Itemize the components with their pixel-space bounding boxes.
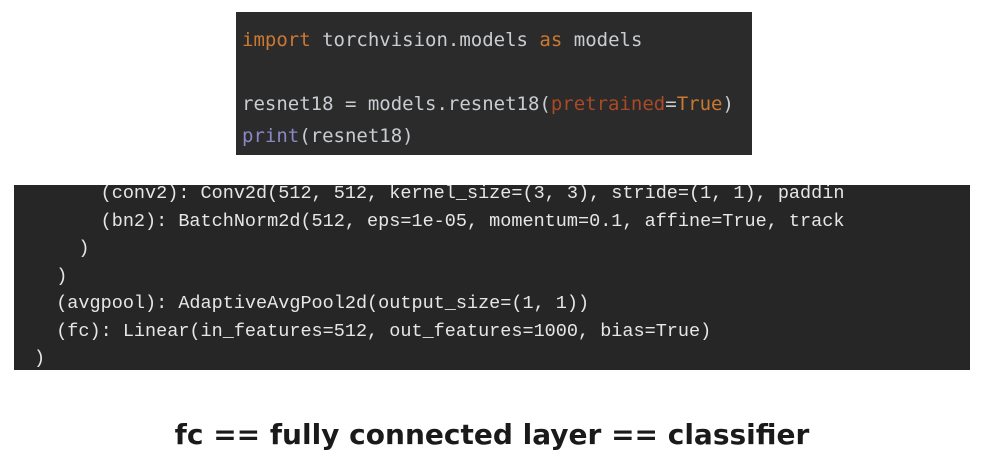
print-args: (resnet18) [299,125,414,147]
output-line-close-layer: ) [34,265,68,287]
value-true: True [676,93,723,115]
output-line-avgpool: (avgpool): AdaptiveAvgPool2d(output_size… [34,293,590,314]
equals-sign: = [665,93,677,115]
output-line-bn2: (bn2): BatchNorm2d(512, eps=1e-05, momen… [34,210,845,232]
terminal-output-panel: (conv2): Conv2d(512, 512, kernel_size=(3… [14,185,970,370]
output-line-close-block: ) [34,238,90,259]
output-line-conv2: (conv2): Conv2d(512, 512, kernel_size=(3… [34,185,845,204]
close-paren: ) [722,93,734,115]
code-line-assign: resnet18 = models.resnet18(pretrained=Tr… [242,88,752,120]
keyword-import: import [242,29,311,51]
code-line-import: import torchvision.models as models [242,24,752,56]
code-line-print: print(resnet18) [242,120,752,152]
module-alias: models [562,29,643,51]
code-editor-panel: import torchvision.models as models resn… [236,12,752,155]
module-name: torchvision.models [310,29,540,51]
output-line-fc: (fc): Linear(in_features=512, out_featur… [34,320,712,342]
keyword-as: as [539,29,563,51]
builtin-print: print [242,125,300,147]
assign-expression: resnet18 = models.resnet18( [242,93,551,115]
output-line-close-model: ) [34,348,46,369]
param-pretrained: pretrained [550,93,666,115]
caption-text: fc == fully connected layer == classifie… [174,418,810,451]
